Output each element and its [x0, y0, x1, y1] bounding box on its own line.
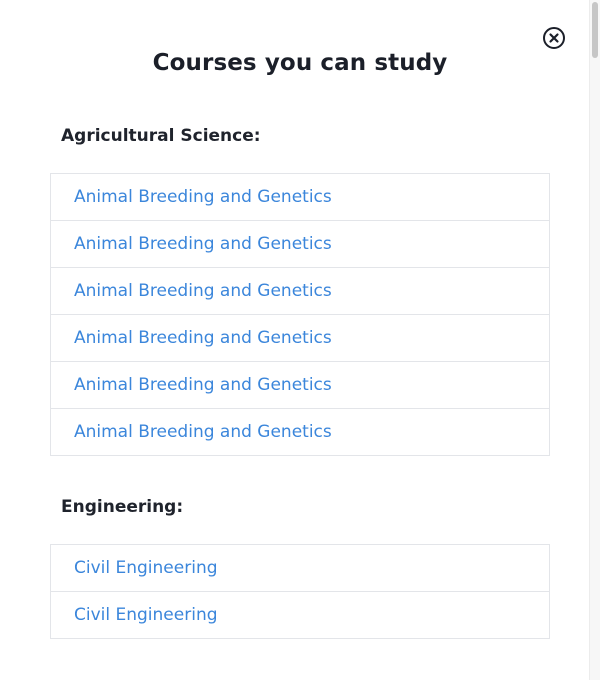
course-item[interactable]: Animal Breeding and Genetics: [50, 267, 550, 315]
course-item[interactable]: Civil Engineering: [50, 544, 550, 592]
course-item[interactable]: Animal Breeding and Genetics: [50, 408, 550, 456]
modal-title: Courses you can study: [152, 50, 448, 76]
course-item[interactable]: Civil Engineering: [50, 591, 550, 639]
scrollbar-thumb[interactable]: [592, 2, 598, 58]
circle-x-icon: [543, 27, 565, 49]
course-list-engineering: Civil Engineering Civil Engineering: [50, 544, 550, 639]
close-button[interactable]: [542, 26, 566, 50]
course-item[interactable]: Animal Breeding and Genetics: [50, 220, 550, 268]
course-item[interactable]: Animal Breeding and Genetics: [50, 361, 550, 409]
courses-modal: Courses you can study Agricultural Scien…: [0, 0, 600, 680]
section-heading-engineering: Engineering:: [61, 497, 184, 517]
section-heading-agricultural-science: Agricultural Science:: [61, 126, 261, 146]
vertical-scrollbar[interactable]: [589, 0, 600, 680]
course-item[interactable]: Animal Breeding and Genetics: [50, 173, 550, 221]
course-list-agricultural-science: Animal Breeding and Genetics Animal Bree…: [50, 173, 550, 456]
course-item[interactable]: Animal Breeding and Genetics: [50, 314, 550, 362]
